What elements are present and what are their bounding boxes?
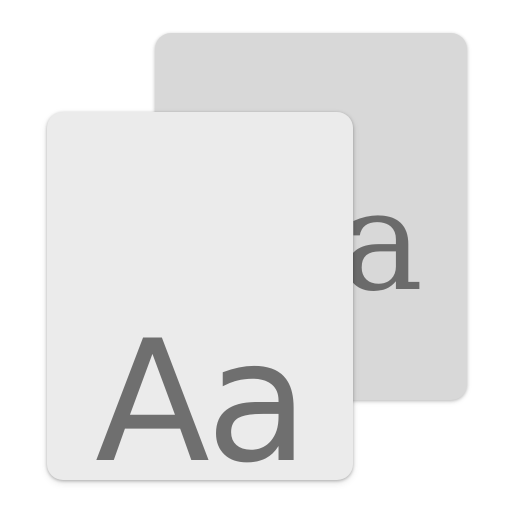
front-card: Aa xyxy=(47,112,353,480)
font-book-icon: a Aa xyxy=(0,0,512,512)
front-card-glyph: Aa xyxy=(95,304,309,480)
back-card-glyph: a xyxy=(341,161,424,322)
